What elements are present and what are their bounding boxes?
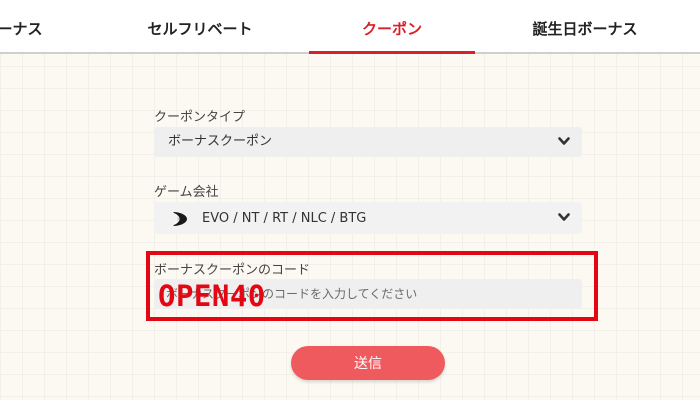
game-provider-select[interactable]: EVO / NT / RT / NLC / BTG bbox=[154, 202, 582, 234]
submit-button[interactable]: 送信 bbox=[291, 346, 445, 380]
evo-logo-icon bbox=[172, 211, 188, 231]
tab-birthday-bonus[interactable]: 誕生日ボーナス bbox=[505, 0, 665, 52]
tab-self-rebate[interactable]: セルフリベート bbox=[120, 0, 280, 52]
coupon-type-value: ボーナスクーポン bbox=[168, 134, 273, 149]
coupon-type-label: クーポンタイプ bbox=[154, 110, 246, 125]
chevron-down-icon bbox=[558, 137, 570, 146]
game-provider-value: EVO / NT / RT / NLC / BTG bbox=[202, 211, 367, 226]
tab-coupon[interactable]: クーポン bbox=[309, 0, 475, 54]
coupon-type-select[interactable]: ボーナスクーポン bbox=[154, 127, 582, 157]
tab-bar: ーナス セルフリベート クーポン 誕生日ボーナス bbox=[0, 0, 700, 54]
game-provider-label: ゲーム会社 bbox=[154, 185, 219, 200]
highlight-box bbox=[146, 251, 598, 321]
tab-bonus[interactable]: ーナス bbox=[0, 0, 60, 52]
chevron-down-icon bbox=[558, 213, 570, 222]
